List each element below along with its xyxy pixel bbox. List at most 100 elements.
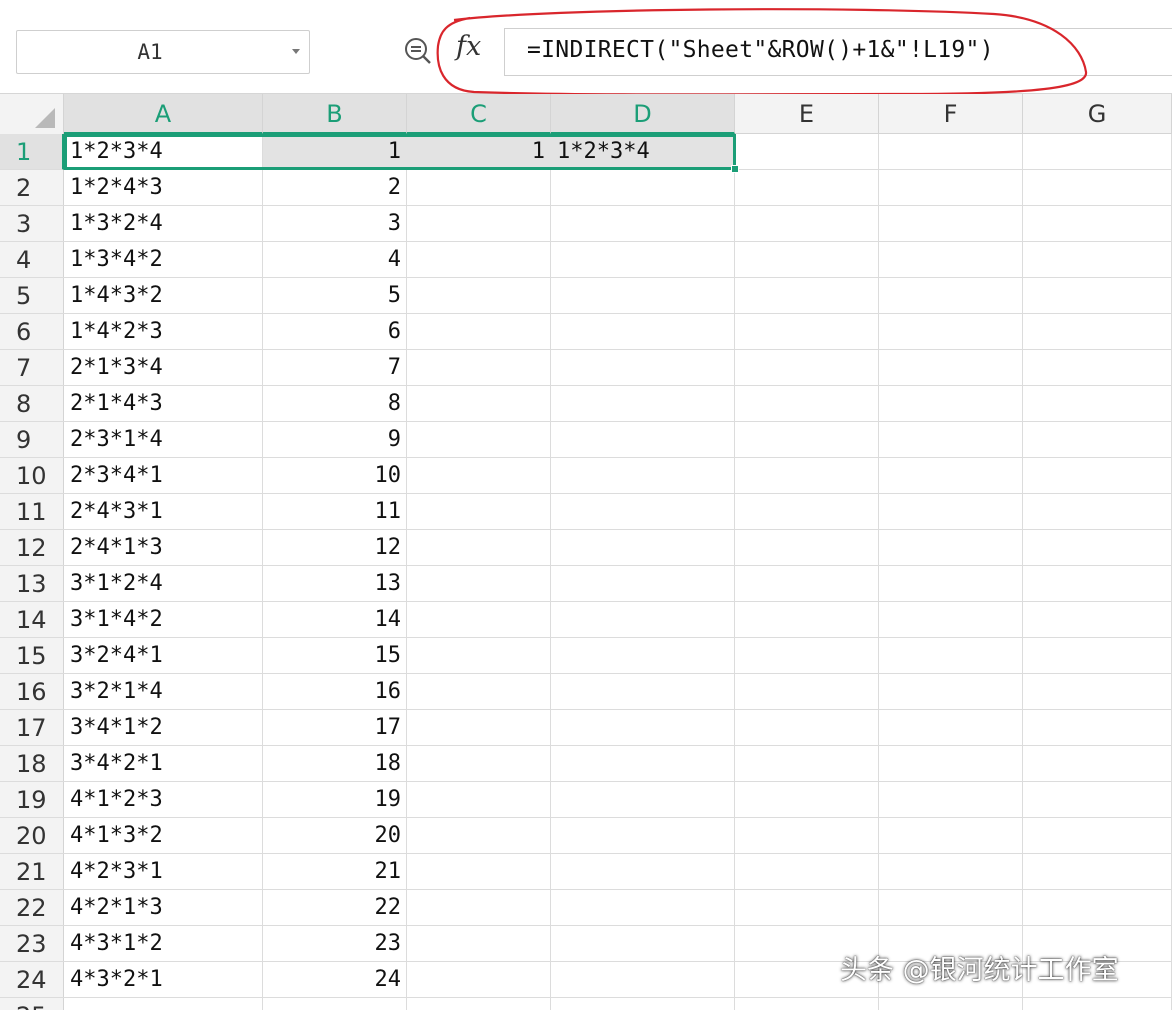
cell-a9[interactable]: 2*3*1*4 [64, 422, 263, 458]
cell-a24[interactable]: 4*3*2*1 [64, 962, 263, 998]
row-header-16[interactable]: 16 [0, 674, 64, 710]
row-header-3[interactable]: 3 [0, 206, 64, 242]
zoom-icon[interactable] [403, 36, 433, 66]
cell-b19[interactable]: 19 [263, 782, 407, 818]
row-header-17[interactable]: 17 [0, 710, 64, 746]
cell-a3[interactable]: 1*3*2*4 [64, 206, 263, 242]
cell-b24[interactable]: 24 [263, 962, 407, 998]
name-box-value: A1 [137, 40, 163, 64]
cell-a20[interactable]: 4*1*3*2 [64, 818, 263, 854]
cell-b4[interactable]: 4 [263, 242, 407, 278]
dropdown-arrow-icon[interactable] [292, 49, 300, 54]
cell-b15[interactable]: 15 [263, 638, 407, 674]
cell-a7[interactable]: 2*1*3*4 [64, 350, 263, 386]
row-header-25[interactable]: 25 [0, 998, 64, 1010]
column-header-f[interactable]: F [879, 94, 1023, 134]
column-header-c[interactable]: C [407, 94, 551, 134]
column-header: A B C D E F G [0, 94, 1172, 134]
row-header-14[interactable]: 14 [0, 602, 64, 638]
cell-a17[interactable]: 3*4*1*2 [64, 710, 263, 746]
row-header-5[interactable]: 5 [0, 278, 64, 314]
cell-grid[interactable]: 1*2*3*4 1 1 1*2*3*4 1*2*4*3 2 1*3*2*4 3 1*3*4*2 4… [64, 134, 1172, 1010]
formula-bar: A1 fx =INDIRECT("Sheet"&ROW()+1&"!L19") [0, 0, 1172, 96]
cell-a22[interactable]: 4*2*1*3 [64, 890, 263, 926]
gridline-vertical [1022, 134, 1023, 1010]
cell-b18[interactable]: 18 [263, 746, 407, 782]
cell-a11[interactable]: 2*4*3*1 [64, 494, 263, 530]
column-header-g[interactable]: G [1023, 94, 1172, 134]
row-header: 1234567891011121314151617181920212223242… [0, 134, 64, 1010]
cell-b14[interactable]: 14 [263, 602, 407, 638]
name-box[interactable]: A1 [16, 30, 310, 74]
select-all-button[interactable] [0, 94, 64, 134]
column-header-e[interactable]: E [735, 94, 879, 134]
cell-c1[interactable]: 1 [407, 134, 551, 170]
row-header-9[interactable]: 9 [0, 422, 64, 458]
cell-a21[interactable]: 4*2*3*1 [64, 854, 263, 890]
cell-a12[interactable]: 2*4*1*3 [64, 530, 263, 566]
cell-a13[interactable]: 3*1*2*4 [64, 566, 263, 602]
cell-b11[interactable]: 11 [263, 494, 407, 530]
cell-a6[interactable]: 1*4*2*3 [64, 314, 263, 350]
gridline-vertical [878, 134, 879, 1010]
cell-b3[interactable]: 3 [263, 206, 407, 242]
column-header-a[interactable]: A [64, 94, 263, 134]
cell-b2[interactable]: 2 [263, 170, 407, 206]
cell-b13[interactable]: 13 [263, 566, 407, 602]
cell-a4[interactable]: 1*3*4*2 [64, 242, 263, 278]
row-header-23[interactable]: 23 [0, 926, 64, 962]
cell-a15[interactable]: 3*2*4*1 [64, 638, 263, 674]
row-header-7[interactable]: 7 [0, 350, 64, 386]
column-header-b[interactable]: B [263, 94, 407, 134]
cell-b16[interactable]: 16 [263, 674, 407, 710]
cell-b9[interactable]: 9 [263, 422, 407, 458]
cell-a23[interactable]: 4*3*1*2 [64, 926, 263, 962]
cell-b17[interactable]: 17 [263, 710, 407, 746]
cell-a19[interactable]: 4*1*2*3 [64, 782, 263, 818]
cell-b1[interactable]: 1 [263, 134, 407, 170]
cell-b5[interactable]: 5 [263, 278, 407, 314]
cell-b23[interactable]: 23 [263, 926, 407, 962]
row-header-6[interactable]: 6 [0, 314, 64, 350]
cell-a10[interactable]: 2*3*4*1 [64, 458, 263, 494]
cell-a14[interactable]: 3*1*4*2 [64, 602, 263, 638]
cell-b8[interactable]: 8 [263, 386, 407, 422]
row-header-10[interactable]: 10 [0, 458, 64, 494]
cell-a16[interactable]: 3*2*1*4 [64, 674, 263, 710]
cell-a5[interactable]: 1*4*3*2 [64, 278, 263, 314]
formula-text: =INDIRECT("Sheet"&ROW()+1&"!L19") [527, 37, 994, 63]
cell-b21[interactable]: 21 [263, 854, 407, 890]
gridline-vertical [734, 134, 735, 1010]
cell-d1[interactable]: 1*2*3*4 [551, 134, 735, 170]
fill-handle[interactable] [731, 165, 739, 173]
cell-b10[interactable]: 10 [263, 458, 407, 494]
row-header-8[interactable]: 8 [0, 386, 64, 422]
row-header-21[interactable]: 21 [0, 854, 64, 890]
gridline-vertical [550, 134, 551, 1010]
row-header-2[interactable]: 2 [0, 170, 64, 206]
row-header-22[interactable]: 22 [0, 890, 64, 926]
row-header-13[interactable]: 13 [0, 566, 64, 602]
row-header-15[interactable]: 15 [0, 638, 64, 674]
cell-a18[interactable]: 3*4*2*1 [64, 746, 263, 782]
row-header-1[interactable]: 1 [0, 134, 64, 170]
cell-b20[interactable]: 20 [263, 818, 407, 854]
fx-icon[interactable]: fx [456, 31, 481, 62]
cell-b12[interactable]: 12 [263, 530, 407, 566]
row-header-12[interactable]: 12 [0, 530, 64, 566]
row-header-18[interactable]: 18 [0, 746, 64, 782]
cell-b22[interactable]: 22 [263, 890, 407, 926]
cell-b6[interactable]: 6 [263, 314, 407, 350]
cell-a8[interactable]: 2*1*4*3 [64, 386, 263, 422]
select-all-icon [35, 108, 55, 128]
cell-b7[interactable]: 7 [263, 350, 407, 386]
row-header-20[interactable]: 20 [0, 818, 64, 854]
row-header-11[interactable]: 11 [0, 494, 64, 530]
row-header-19[interactable]: 19 [0, 782, 64, 818]
column-header-d[interactable]: D [551, 94, 735, 134]
row-header-4[interactable]: 4 [0, 242, 64, 278]
row-header-24[interactable]: 24 [0, 962, 64, 998]
cell-a1[interactable]: 1*2*3*4 [64, 134, 263, 170]
formula-input[interactable]: =INDIRECT("Sheet"&ROW()+1&"!L19") [504, 28, 1172, 76]
cell-a2[interactable]: 1*2*4*3 [64, 170, 263, 206]
